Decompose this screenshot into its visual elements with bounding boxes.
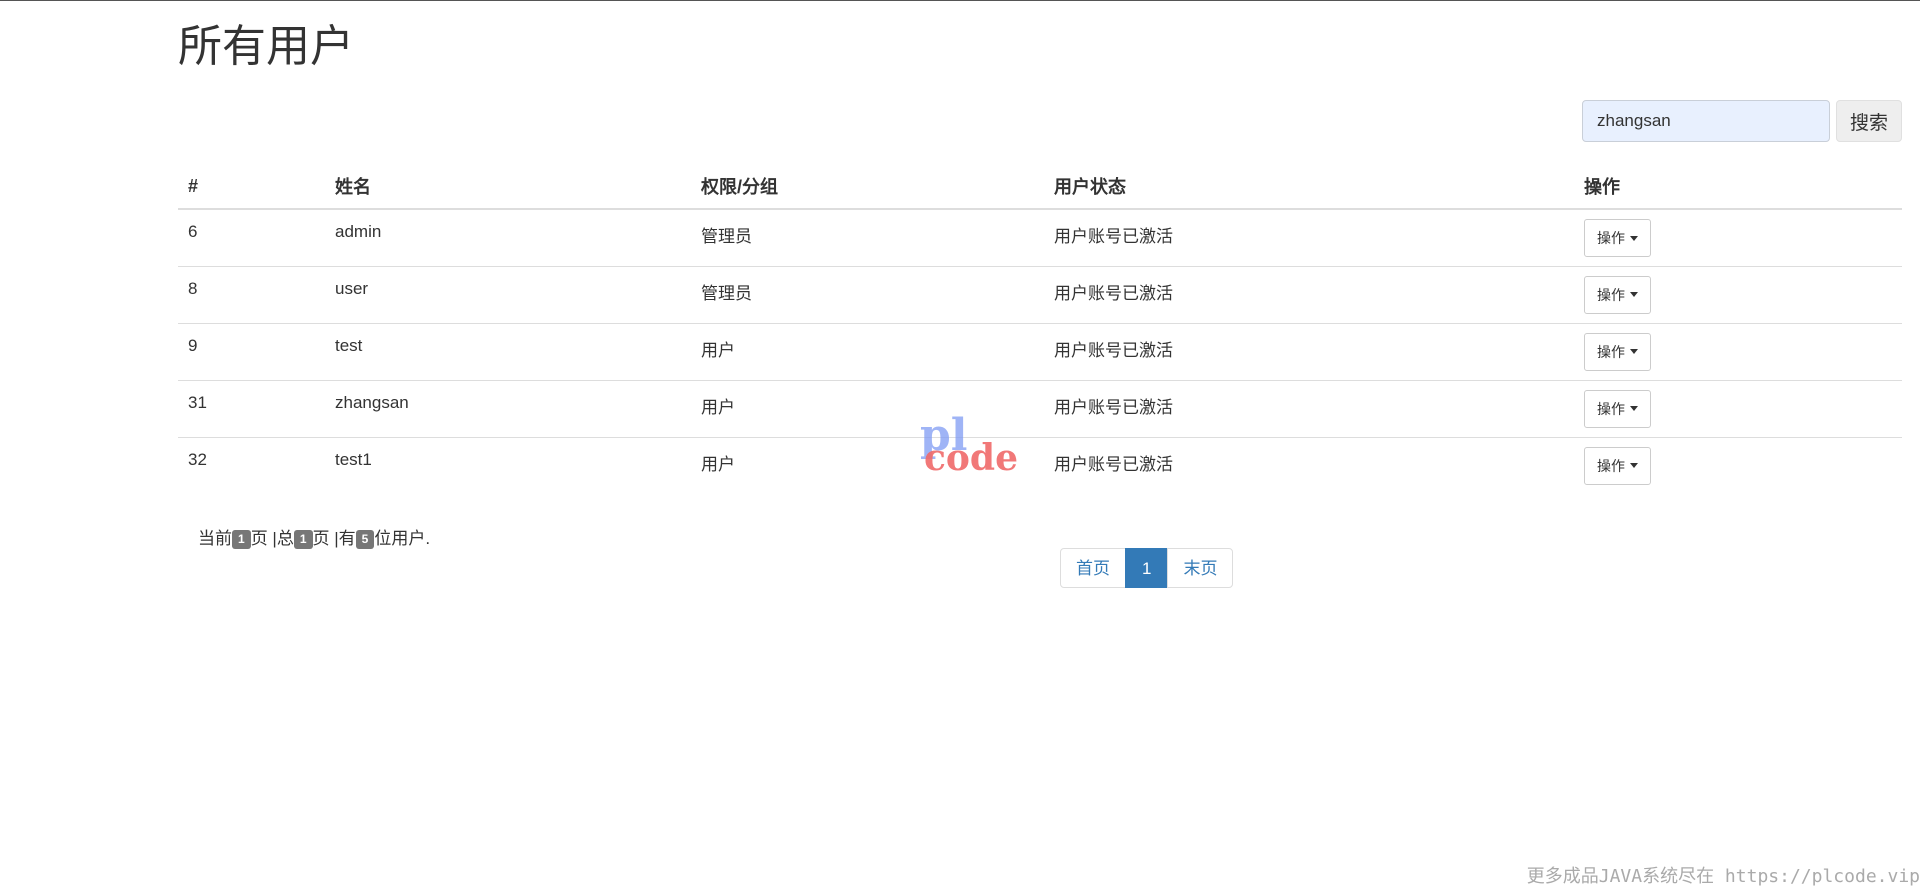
cell-name: test1: [335, 449, 372, 469]
summary-suffix: 位用户.: [374, 529, 431, 548]
actions-label: 操作: [1597, 230, 1625, 246]
first-page-link[interactable]: 首页: [1060, 548, 1126, 588]
cell-role: 管理员: [691, 266, 1044, 324]
table-row: 31 zhangsan 用户 用户账号已激活 操作: [178, 380, 1902, 438]
cell-id: 9: [178, 323, 325, 381]
header-id: #: [178, 164, 325, 210]
page-title: 所有用户: [178, 22, 354, 71]
actions-label: 操作: [1597, 286, 1625, 303]
users-table: # 姓名 权限/分组 用户状态 操作 6 admin 管理员 用户账号已激活 操…: [178, 164, 1902, 494]
cell-status: 用户账号已激活: [1044, 380, 1574, 438]
table-row: 9 test 用户 用户账号已激活 操作: [178, 323, 1902, 381]
user-count-badge: 5: [355, 530, 375, 550]
main-container: 所有用户 搜索 # 姓名 权限/分组 用户状态 操作 6 admin 管理员 用…: [178, 0, 1902, 892]
plcode-logo-watermark: pl code: [920, 414, 1020, 479]
cell-actions: 操作: [1574, 380, 1902, 438]
actions-label: 操作: [1597, 457, 1625, 474]
summary-prefix: 当前: [198, 529, 232, 548]
pagination: 首页 1 末页: [1060, 548, 1234, 588]
actions-dropdown-button[interactable]: 操作: [1584, 446, 1651, 485]
cell-actions: 操作: [1574, 209, 1902, 267]
cell-actions: 操作: [1574, 323, 1902, 381]
cell-status: 用户账号已激活: [1044, 266, 1574, 324]
cell-id: 32: [188, 449, 207, 469]
cell-name: test: [325, 323, 691, 381]
total-pages-badge: 1: [293, 530, 313, 550]
search-form: 搜索: [1572, 100, 1902, 142]
summary-text-page: 页 |总: [250, 529, 294, 548]
last-page-link[interactable]: 末页: [1167, 548, 1234, 588]
caret-down-icon: [1630, 406, 1638, 411]
cell-status: 用户账号已激活: [1044, 209, 1574, 267]
cell-status: 用户账号已激活: [1044, 323, 1574, 381]
cell-actions: 操作: [1574, 266, 1902, 324]
caret-down-icon: [1630, 292, 1638, 297]
caret-down-icon: [1630, 349, 1638, 354]
table-row: 32 test1 用户 用户账号已激活 操作: [178, 437, 1902, 494]
caret-down-icon: [1630, 463, 1638, 468]
current-page-badge: 1: [232, 530, 251, 550]
watermark-code: code: [924, 437, 1019, 479]
cell-name: zhangsan: [325, 380, 691, 438]
cell-status: 用户账号已激活: [1054, 454, 1173, 474]
header-status: 用户状态: [1044, 164, 1574, 210]
actions-dropdown-button[interactable]: 操作: [1584, 275, 1651, 314]
actions-dropdown-button[interactable]: 操作: [1584, 389, 1651, 428]
summary-text-have: 页 |有: [312, 529, 356, 548]
search-button[interactable]: 搜索: [1836, 100, 1902, 142]
pagination-summary: 当前 1 页 |总 1 页 |有 5 位用户.: [198, 524, 431, 550]
table-row: 6 admin 管理员 用户账号已激活 操作: [178, 209, 1902, 267]
actions-label: 操作: [1597, 343, 1625, 360]
cell-id: 6: [178, 209, 325, 267]
cell-name: admin: [325, 209, 691, 267]
search-input[interactable]: [1582, 100, 1830, 142]
caret-down-icon: [1630, 235, 1638, 241]
footer-watermark: 更多成品JAVA系统尽在 https://plcode.vip: [1526, 866, 1920, 887]
actions-label: 操作: [1597, 400, 1625, 417]
table-row: 8 user 管理员 用户账号已激活 操作: [178, 266, 1902, 324]
header-name: 姓名: [325, 164, 691, 210]
table-header-row: # 姓名 权限/分组 用户状态 操作: [178, 164, 1902, 210]
actions-dropdown-button[interactable]: 操作: [1584, 332, 1651, 371]
cell-name: user: [325, 266, 691, 324]
header-role: 权限/分组: [691, 164, 1044, 210]
header-actions: 操作: [1574, 164, 1902, 210]
cell-id: 8: [178, 266, 325, 324]
actions-dropdown-button[interactable]: 操作: [1584, 219, 1651, 257]
page-1-link[interactable]: 1: [1125, 548, 1169, 588]
cell-role: 用户: [691, 323, 1044, 381]
cell-role: 管理员: [691, 209, 1044, 267]
cell-actions: 操作: [1574, 437, 1902, 494]
cell-id: 31: [178, 380, 325, 438]
